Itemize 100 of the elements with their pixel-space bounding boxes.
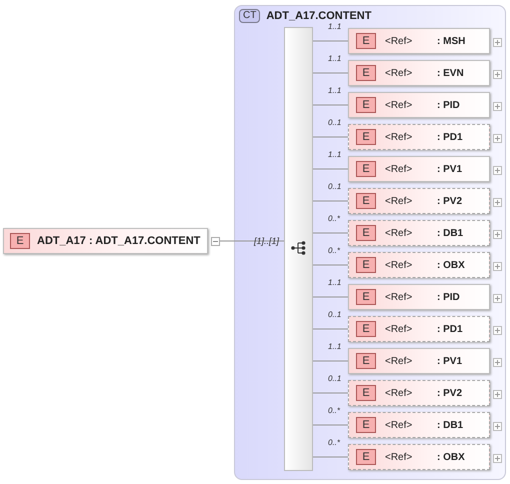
- element-node[interactable]: E <Ref> : PV1: [348, 156, 490, 182]
- expand-icon[interactable]: [493, 102, 502, 111]
- ref-label: <Ref>: [385, 132, 414, 142]
- element-name: : EVN: [437, 68, 464, 78]
- ref-label: <Ref>: [385, 100, 414, 110]
- complex-type-name: ADT_A17.CONTENT: [266, 10, 372, 22]
- occurrence-label: 0..*: [328, 246, 340, 255]
- element-badge: E: [356, 321, 376, 337]
- element-name: : PV2: [437, 388, 462, 398]
- element-node[interactable]: E <Ref> : PD1: [348, 124, 490, 150]
- ref-label: <Ref>: [385, 452, 414, 462]
- connector-line: [312, 296, 348, 298]
- element-name: : PV1: [437, 356, 462, 366]
- collapse-icon[interactable]: [211, 237, 220, 246]
- element-node[interactable]: E <Ref> : EVN: [348, 60, 490, 86]
- element-badge: E: [356, 289, 376, 305]
- element-badge: E: [10, 233, 30, 249]
- element-badge: E: [356, 161, 376, 177]
- element-node[interactable]: E <Ref> : OBX: [348, 252, 490, 278]
- occurrence-label: [1]..[1]: [254, 236, 280, 246]
- element-badge: E: [356, 353, 376, 369]
- ref-label: <Ref>: [385, 420, 414, 430]
- occurrence-label: 1..1: [328, 150, 342, 159]
- element-node[interactable]: E <Ref> : PD1: [348, 316, 490, 342]
- ref-label: <Ref>: [385, 36, 414, 46]
- ref-label: <Ref>: [385, 292, 414, 302]
- element-node[interactable]: E <Ref> : OBX: [348, 444, 490, 470]
- connector-line: [312, 168, 348, 170]
- element-node[interactable]: E <Ref> : DB1: [348, 412, 490, 438]
- element-badge: E: [356, 129, 376, 145]
- element-badge: E: [356, 449, 376, 465]
- expand-icon[interactable]: [493, 70, 502, 79]
- element-name: : PD1: [437, 132, 463, 142]
- ref-label: <Ref>: [385, 68, 414, 78]
- expand-icon[interactable]: [493, 38, 502, 47]
- expand-icon[interactable]: [493, 134, 502, 143]
- element-badge: E: [356, 257, 376, 273]
- element-name: : PID: [437, 292, 460, 302]
- occurrence-label: 1..1: [328, 342, 342, 351]
- connector-line: [312, 264, 348, 266]
- occurrence-label: 0..*: [328, 438, 340, 447]
- connector-line: [312, 72, 348, 74]
- element-name: : DB1: [437, 228, 464, 238]
- element-name: : OBX: [437, 260, 465, 270]
- occurrence-label: 1..1: [328, 86, 342, 95]
- element-badge: E: [356, 65, 376, 81]
- ref-label: <Ref>: [385, 356, 414, 366]
- expand-icon[interactable]: [493, 198, 502, 207]
- expand-icon[interactable]: [493, 294, 502, 303]
- element-badge: E: [356, 193, 376, 209]
- sequence-icon: [291, 241, 307, 255]
- element-node[interactable]: E <Ref> : PID: [348, 284, 490, 310]
- element-node[interactable]: E <Ref> : PV2: [348, 380, 490, 406]
- expand-icon[interactable]: [493, 422, 502, 431]
- element-badge: E: [356, 97, 376, 113]
- connector-line: [220, 240, 286, 242]
- element-node[interactable]: E ADT_A17 : ADT_A17.CONTENT: [3, 228, 208, 254]
- element-node[interactable]: E <Ref> : PV2: [348, 188, 490, 214]
- element-node[interactable]: E <Ref> : PID: [348, 92, 490, 118]
- connector-line: [312, 104, 348, 106]
- occurrence-label: 0..1: [328, 182, 342, 191]
- element-badge: E: [356, 225, 376, 241]
- element-name: : PV1: [437, 164, 462, 174]
- expand-icon[interactable]: [493, 454, 502, 463]
- element-name: : PID: [437, 100, 460, 110]
- expand-icon[interactable]: [493, 230, 502, 239]
- expand-icon[interactable]: [493, 326, 502, 335]
- ref-label: <Ref>: [385, 228, 414, 238]
- connector-line: [312, 392, 348, 394]
- occurrence-label: 0..1: [328, 118, 342, 127]
- occurrence-label: 0..*: [328, 406, 340, 415]
- occurrence-label: 0..*: [328, 214, 340, 223]
- expand-icon[interactable]: [493, 262, 502, 271]
- expand-icon[interactable]: [493, 390, 502, 399]
- element-node[interactable]: E <Ref> : MSH: [348, 28, 490, 54]
- element-badge: E: [356, 417, 376, 433]
- expand-icon[interactable]: [493, 166, 502, 175]
- connector-line: [312, 200, 348, 202]
- element-badge: E: [356, 33, 376, 49]
- ref-label: <Ref>: [385, 324, 414, 334]
- connector-line: [312, 360, 348, 362]
- element-name: : DB1: [437, 420, 464, 430]
- connector-line: [312, 424, 348, 426]
- connector-line: [312, 40, 348, 42]
- occurrence-label: 0..1: [328, 374, 342, 383]
- ref-label: <Ref>: [385, 388, 414, 398]
- element-node[interactable]: E <Ref> : DB1: [348, 220, 490, 246]
- element-name: : PD1: [437, 324, 463, 334]
- expand-icon[interactable]: [493, 358, 502, 367]
- occurrence-label: 1..1: [328, 278, 342, 287]
- element-name: ADT_A17 : ADT_A17.CONTENT: [37, 235, 200, 247]
- element-name: : MSH: [437, 36, 466, 46]
- occurrence-label: 1..1: [328, 54, 342, 63]
- connector-line: [312, 232, 348, 234]
- element-name: : OBX: [437, 452, 465, 462]
- element-badge: E: [356, 385, 376, 401]
- occurrence-label: 0..1: [328, 310, 342, 319]
- element-node[interactable]: E <Ref> : PV1: [348, 348, 490, 374]
- ref-label: <Ref>: [385, 196, 414, 206]
- element-name: : PV2: [437, 196, 462, 206]
